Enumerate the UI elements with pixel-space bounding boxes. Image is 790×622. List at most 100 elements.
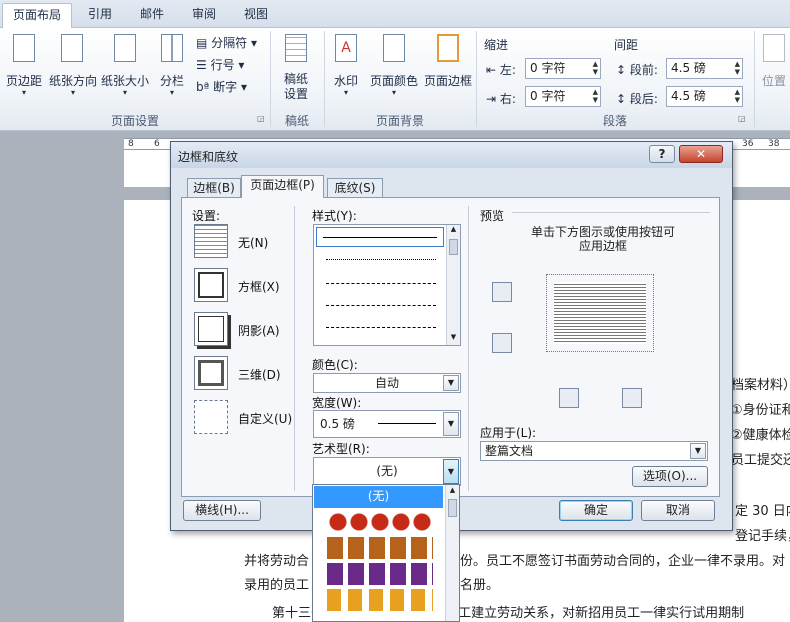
left-border-button[interactable] (559, 388, 579, 408)
orientation-button[interactable]: 纸张方向 ▾ (47, 32, 99, 104)
art-option-candy-corn-icon[interactable] (327, 589, 433, 611)
tab-references[interactable]: 引用 (78, 3, 122, 28)
tab-page-layout[interactable]: 页面布局 (2, 3, 72, 28)
spacing-before-icon: ↕ (616, 63, 627, 77)
spin-arrows-icon[interactable]: ▲ ▼ (735, 88, 740, 104)
manuscript-settings-button[interactable]: 稿纸 设置 (273, 32, 319, 104)
style-item-long-dash[interactable] (326, 305, 436, 306)
art-select[interactable]: (无) ▼ (313, 457, 461, 486)
setting-custom-label[interactable]: 自定义(U) (238, 410, 292, 427)
page-color-button[interactable]: 页面颜色 ▾ (368, 32, 420, 104)
settings-label: 设置: (192, 209, 221, 223)
group-label-paragraph: 段落 (602, 114, 627, 128)
page-border-panel: 设置: 无(N) 方框(X) 阴影(A) 三维(D) 自定义(U) 样式(Y):… (181, 197, 720, 497)
scroll-thumb[interactable] (449, 239, 458, 255)
setting-none-icon[interactable] (194, 224, 228, 258)
preview-hint: 单击下方图示或使用按钮可 应用边框 (530, 225, 675, 253)
width-select[interactable]: 0.5 磅 ▼ (313, 410, 461, 438)
indent-left-icon: ⇤ (486, 63, 497, 77)
setting-none-label[interactable]: 无(N) (238, 234, 268, 251)
art-dropdown-list[interactable]: (无) ▲ (312, 484, 460, 622)
art-label: 艺术型(R): (312, 442, 370, 456)
hyphenation-icon: bª (196, 80, 210, 94)
dialog-title-bar[interactable]: 边框和底纹 ? ✕ (171, 142, 732, 168)
setting-box-icon[interactable] (194, 268, 228, 302)
tab-page-border[interactable]: 页面边框(P) (241, 175, 324, 198)
spacing-after-input[interactable]: 4.5 磅 ▲ ▼ (666, 86, 743, 107)
dropdown-arrow-icon[interactable]: ▼ (443, 412, 459, 436)
columns-button[interactable]: 分栏 ▾ (152, 32, 192, 104)
chevron-down-icon: ▾ (343, 88, 348, 97)
scroll-thumb[interactable] (448, 499, 457, 517)
style-item-selected[interactable] (316, 227, 444, 247)
style-label: 样式(Y): (312, 209, 357, 223)
art-option-none[interactable]: (无) (314, 486, 443, 508)
art-option-apples-icon[interactable] (327, 511, 433, 533)
setting-shadow-label[interactable]: 阴影(A) (238, 322, 280, 339)
manuscript-icon (285, 34, 307, 62)
spacing-after-icon: ↕ (616, 92, 627, 106)
art-list-scrollbar[interactable]: ▲ (445, 485, 459, 621)
spin-arrows-icon[interactable]: ▲ ▼ (593, 88, 598, 104)
scroll-up-icon[interactable]: ▲ (447, 225, 460, 233)
setting-shadow-icon[interactable] (194, 312, 228, 346)
indent-left-input[interactable]: 0 字符 ▲ ▼ (525, 58, 601, 79)
art-option-candy-icon[interactable] (327, 563, 433, 585)
top-border-button[interactable] (492, 282, 512, 302)
tab-mailings[interactable]: 邮件 (130, 3, 174, 28)
dropdown-arrow-icon[interactable]: ▼ (443, 375, 459, 391)
setting-3d-label[interactable]: 三维(D) (238, 366, 281, 383)
dialog-launcher-icon[interactable]: ◲ (257, 114, 265, 123)
tab-review[interactable]: 审阅 (182, 3, 226, 28)
close-button[interactable]: ✕ (679, 145, 723, 163)
dialog-launcher-icon[interactable]: ◲ (738, 114, 746, 123)
apply-to-select[interactable]: 整篇文档 ▼ (480, 441, 708, 461)
style-item-dotted[interactable] (326, 259, 436, 260)
spin-arrows-icon[interactable]: ▲ ▼ (593, 60, 598, 76)
line-numbers-button[interactable]: ☰ 行号 ▾ (196, 56, 244, 73)
cancel-button[interactable]: 取消 (641, 500, 715, 521)
tab-borders[interactable]: 边框(B) (187, 178, 241, 198)
dropdown-arrow-icon[interactable]: ▼ (443, 459, 459, 484)
scroll-up-icon[interactable]: ▲ (446, 486, 459, 494)
right-border-button[interactable] (622, 388, 642, 408)
watermark-button[interactable]: A 水印 ▾ (328, 32, 364, 104)
color-select[interactable]: 自动 ▼ (313, 373, 461, 393)
spin-arrows-icon[interactable]: ▲ ▼ (735, 60, 740, 76)
setting-box-label[interactable]: 方框(X) (238, 278, 280, 295)
indent-label: 缩进 (484, 38, 509, 52)
style-item-dashed[interactable] (326, 283, 436, 284)
indent-right-input[interactable]: 0 字符 ▲ ▼ (525, 86, 601, 107)
style-item-dash-dot[interactable] (326, 327, 436, 328)
group-label-manuscript: 稿纸 (284, 114, 309, 128)
setting-custom-icon[interactable] (194, 400, 228, 434)
horizontal-line-button[interactable]: 横线(H)... (183, 500, 261, 521)
dropdown-arrow-icon[interactable]: ▼ (690, 443, 706, 459)
scroll-down-icon[interactable]: ▼ (447, 333, 460, 341)
ok-button[interactable]: 确定 (559, 500, 633, 521)
help-button[interactable]: ? (649, 145, 675, 163)
setting-3d-icon[interactable] (194, 356, 228, 390)
spacing-before-input[interactable]: 4.5 磅 ▲ ▼ (666, 58, 743, 79)
page-size-button[interactable]: 纸张大小 ▾ (100, 32, 150, 104)
bottom-border-button[interactable] (492, 333, 512, 353)
chevron-down-icon: ▾ (391, 88, 396, 97)
margins-button[interactable]: 页边距 ▾ (2, 32, 46, 104)
position-button[interactable]: 位置 (758, 32, 790, 104)
tab-shading[interactable]: 底纹(S) (327, 178, 383, 198)
breaks-button[interactable]: ▤ 分隔符 ▾ (196, 34, 257, 51)
chevron-down-icon: ▾ (169, 88, 174, 97)
chevron-down-icon: ▾ (122, 88, 127, 97)
page-borders-button[interactable]: 页面边框 (422, 32, 474, 104)
group-label-page-setup: 页面设置 (110, 114, 159, 128)
options-button[interactable]: 选项(O)... (632, 466, 708, 487)
spacing-label: 间距 (614, 38, 639, 52)
border-style-list[interactable]: ▲ ▼ (313, 224, 461, 346)
page-size-icon (114, 34, 136, 62)
color-label: 颜色(C): (312, 358, 358, 372)
watermark-icon: A (335, 34, 357, 62)
style-list-scrollbar[interactable]: ▲ ▼ (446, 225, 460, 345)
hyphenation-button[interactable]: bª 断字 ▾ (196, 78, 247, 95)
tab-view[interactable]: 视图 (234, 3, 278, 28)
art-option-cakes-icon[interactable] (327, 537, 433, 559)
